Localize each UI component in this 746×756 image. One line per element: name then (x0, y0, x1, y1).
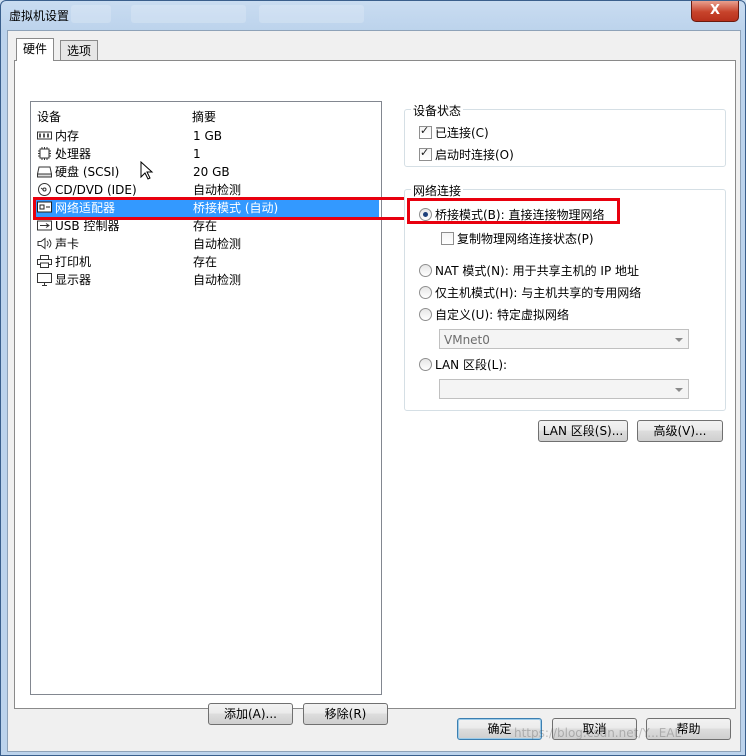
background-tab-ghost (259, 5, 364, 23)
host-only-radio[interactable] (419, 286, 432, 299)
custom-label[interactable]: 自定义(U): 特定虚拟网络 (435, 306, 569, 323)
highlight-box (33, 197, 407, 220)
device-row-sound-card[interactable]: 声卡 自动检测 (33, 235, 379, 253)
highlight-box (407, 198, 620, 224)
device-list[interactable]: 设备 摘要 内存 1 GB 处理器 1 硬盘 (SCSI) 20 GB CD/D… (30, 101, 382, 695)
replicate-state-checkbox[interactable] (441, 232, 454, 245)
memory-icon (37, 131, 52, 140)
monitor-icon (37, 273, 52, 286)
connected-label[interactable]: 已连接(C) (435, 124, 489, 141)
lan-segment-radio[interactable] (419, 358, 432, 371)
cd-dvd-icon (38, 183, 51, 196)
device-summary: 存在 (193, 255, 218, 269)
tab-options[interactable]: 选项 (60, 40, 99, 61)
group-label: 设备状态 (411, 102, 464, 119)
device-status-group: 设备状态 已连接(C) 启动时连接(O) (404, 102, 726, 167)
hard-disk-icon (37, 166, 52, 178)
printer-icon (37, 255, 52, 268)
device-row-hard-disk[interactable]: 硬盘 (SCSI) 20 GB (33, 163, 379, 181)
device-name: 打印机 (55, 255, 92, 269)
tab-label: 选项 (67, 44, 92, 58)
device-name: 内存 (55, 129, 80, 143)
advanced-button[interactable]: 高级(V)... (637, 420, 723, 442)
nat-label[interactable]: NAT 模式(N): 用于共享主机的 IP 地址 (435, 262, 639, 279)
group-label: 网络连接 (411, 182, 464, 199)
dropdown-value: VMnet0 (444, 333, 490, 347)
window-title: 虚拟机设置 (9, 9, 70, 23)
nat-radio[interactable] (419, 264, 432, 277)
device-summary: 自动检测 (193, 237, 242, 251)
remove-device-button[interactable]: 移除(R) (303, 703, 388, 725)
custom-radio[interactable] (419, 308, 432, 321)
device-name: 声卡 (55, 237, 80, 251)
device-summary: 20 GB (193, 165, 230, 179)
cpu-icon (38, 147, 51, 160)
chevron-down-icon (675, 338, 683, 342)
vm-settings-window: 虚拟机设置 X 硬件 选项 设备 摘要 内存 1 GB 处理器 1 硬盘 (SC… (0, 0, 746, 756)
connect-at-power-on-checkbox[interactable] (419, 146, 432, 161)
connect-at-power-on-label[interactable]: 启动时连接(O) (435, 146, 514, 163)
hardware-panel: 设备 摘要 内存 1 GB 处理器 1 硬盘 (SCSI) 20 GB CD/D… (14, 60, 736, 725)
device-name: 处理器 (55, 147, 92, 161)
speaker-icon (37, 237, 52, 250)
usb-icon (37, 220, 52, 231)
device-row-memory[interactable]: 内存 1 GB (33, 127, 379, 145)
device-summary: 1 (193, 147, 201, 161)
lan-segment-dropdown[interactable] (439, 379, 689, 399)
chevron-down-icon (675, 388, 683, 392)
dialog-client: 硬件 选项 设备 摘要 内存 1 GB 处理器 1 硬盘 (SCSI) 20 G… (7, 30, 741, 752)
mouse-cursor-icon (140, 161, 154, 180)
device-name: 硬盘 (SCSI) (55, 165, 120, 179)
connected-checkbox[interactable] (419, 124, 432, 139)
close-icon: X (709, 3, 721, 18)
tab-label: 硬件 (23, 42, 48, 56)
background-tab-ghost (71, 5, 111, 23)
device-summary: 自动检测 (193, 273, 242, 287)
custom-network-dropdown[interactable]: VMnet0 (439, 329, 689, 349)
device-row-processor[interactable]: 处理器 1 (33, 145, 379, 163)
device-name: 显示器 (55, 273, 92, 287)
column-header-device[interactable]: 设备 (37, 108, 61, 124)
column-header-summary[interactable]: 摘要 (192, 108, 216, 124)
watermark: https://blog.csdn.net/Y...EAL (514, 726, 682, 740)
title-bar[interactable]: 虚拟机设置 X (1, 1, 745, 29)
background-tab-ghost (131, 5, 246, 23)
lan-segment-label[interactable]: LAN 区段(L): (435, 356, 507, 373)
device-summary: 1 GB (193, 129, 222, 143)
add-device-button[interactable]: 添加(A)... (208, 703, 293, 725)
replicate-state-label[interactable]: 复制物理网络连接状态(P) (457, 230, 594, 247)
close-button[interactable]: X (691, 1, 739, 22)
tab-hardware[interactable]: 硬件 (16, 38, 55, 61)
host-only-label[interactable]: 仅主机模式(H): 与主机共享的专用网络 (435, 284, 641, 301)
lan-segments-button[interactable]: LAN 区段(S)... (538, 420, 628, 442)
device-row-printer[interactable]: 打印机 存在 (33, 253, 379, 271)
device-row-display[interactable]: 显示器 自动检测 (33, 271, 379, 289)
